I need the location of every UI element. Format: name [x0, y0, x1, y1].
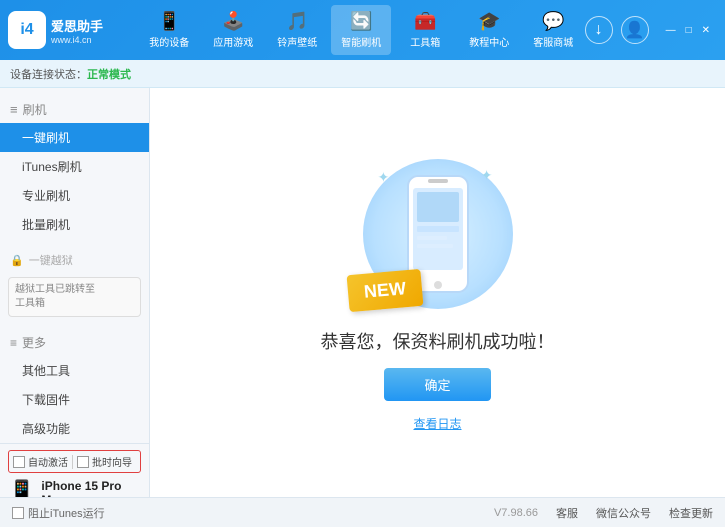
flash-section-text: 刷机 [23, 101, 47, 118]
nav-app-game[interactable]: 🕹️ 应用游戏 [203, 5, 263, 55]
maximize-btn[interactable]: □ [683, 24, 695, 37]
sparkle-left: ✦ [378, 169, 390, 186]
tutorial-label: 教程中心 [469, 34, 509, 49]
success-card: ✦ ✦ NEW [321, 154, 555, 432]
wechat-link[interactable]: 微信公众号 [596, 505, 651, 521]
notice-text: 越狱工具已跳转至工具箱 [15, 284, 95, 309]
top-right-controls: ↓ 👤 — □ ✕ [585, 16, 713, 44]
nav-bar: 📱 我的设备 🕹️ 应用游戏 🎵 铃声壁纸 🔄 智能刷机 🧰 工具箱 🎓 教程中… [138, 5, 585, 55]
logo-text-area: 爱思助手 www.i4.cn [51, 16, 103, 45]
success-text: 恭喜您，保资料刷机成功啦！ [321, 328, 555, 354]
sidebar-item-advanced[interactable]: 高级功能 [0, 414, 149, 443]
service-label: 客服商城 [533, 34, 573, 49]
logo-icon: i4 [8, 11, 46, 49]
timed-guide-checkbox[interactable] [77, 456, 89, 468]
sidebar-item-one-key-flash[interactable]: 一键刷机 [0, 123, 149, 152]
version-label: V7.98.66 [494, 507, 538, 519]
sidebar-disabled-jailbreak: 🔒 一键越狱 [0, 247, 149, 273]
stop-itunes-checkbox[interactable] [12, 507, 24, 519]
device-details: iPhone 15 Pro Max 512GB iPhone [41, 479, 141, 497]
sidebar-item-itunes-flash[interactable]: iTunes刷机 [0, 152, 149, 181]
phone-illustration: ✦ ✦ NEW [358, 154, 518, 314]
check-update-link[interactable]: 检查更新 [669, 505, 713, 521]
auto-activate-label: 自动激活 [28, 454, 68, 469]
smart-flash-icon: 🔄 [350, 11, 372, 32]
one-key-flash-label: 一键刷机 [22, 131, 70, 145]
ringtone-icon: 🎵 [286, 11, 308, 32]
nav-smart-flash[interactable]: 🔄 智能刷机 [331, 5, 391, 55]
sidebar: ≡ 刷机 一键刷机 iTunes刷机 专业刷机 批量刷机 🔒 一键越狱 越狱工具… [0, 88, 150, 497]
user-btn[interactable]: 👤 [621, 16, 649, 44]
batch-flash-label: 批量刷机 [22, 218, 70, 232]
top-bar: i4 爱思助手 www.i4.cn 📱 我的设备 🕹️ 应用游戏 🎵 铃声壁纸 … [0, 0, 725, 60]
device-phone-icon: 📱 [8, 479, 35, 497]
my-device-label: 我的设备 [149, 34, 189, 49]
sidebar-item-download-fw[interactable]: 下载固件 [0, 385, 149, 414]
flash-section-label: ≡ 刷机 [0, 96, 149, 123]
jailbreak-label: 一键越狱 [29, 252, 73, 268]
main-layout: ≡ 刷机 一键刷机 iTunes刷机 专业刷机 批量刷机 🔒 一键越狱 越狱工具… [0, 88, 725, 497]
confirm-button[interactable]: 确定 [384, 368, 490, 401]
status-value: 正常模式 [87, 66, 131, 82]
sparkle-right: ✦ [481, 167, 493, 184]
app-name: 爱思助手 [51, 16, 103, 35]
content-area: ✦ ✦ NEW [150, 88, 725, 497]
ringtone-label: 铃声壁纸 [277, 34, 317, 49]
sidebar-item-other-tools[interactable]: 其他工具 [0, 356, 149, 385]
nav-tutorial[interactable]: 🎓 教程中心 [459, 5, 519, 55]
flash-section-icon: ≡ [10, 102, 18, 117]
status-prefix: 设备连接状态： [10, 66, 87, 82]
auto-activate-checkbox[interactable] [13, 456, 25, 468]
timed-guide-label: 批时向导 [92, 454, 132, 469]
sidebar-notice: 越狱工具已跳转至工具箱 [8, 277, 141, 317]
toolbox-label: 工具箱 [410, 34, 440, 49]
nav-toolbox[interactable]: 🧰 工具箱 [395, 5, 455, 55]
service-icon: 💬 [542, 11, 564, 32]
pro-flash-label: 专业刷机 [22, 189, 70, 203]
auto-activate-option[interactable]: 自动激活 [13, 454, 68, 469]
logo-icon-text: i4 [20, 21, 33, 39]
minimize-btn[interactable]: — [663, 24, 679, 37]
new-label: NEW [363, 278, 407, 302]
toolbox-icon: 🧰 [414, 11, 436, 32]
download-fw-label: 下载固件 [22, 393, 70, 407]
more-section-icon: ≡ [10, 336, 17, 350]
itunes-flash-label: iTunes刷机 [22, 160, 82, 174]
lock-icon: 🔒 [10, 254, 24, 267]
window-controls: — □ ✕ [663, 24, 713, 37]
view-log-link[interactable]: 查看日志 [413, 415, 461, 432]
bottom-right: V7.98.66 客服 微信公众号 检查更新 [494, 505, 713, 521]
close-btn[interactable]: ✕ [699, 24, 713, 37]
sidebar-item-batch-flash[interactable]: 批量刷机 [0, 210, 149, 239]
bottom-bar: 阻止iTunes运行 V7.98.66 客服 微信公众号 检查更新 [0, 497, 725, 527]
download-btn[interactable]: ↓ [585, 16, 613, 44]
sidebar-bottom: 自动激活 批时向导 📱 iPhone 15 Pro Max 512GB iPho… [0, 443, 149, 497]
tutorial-icon: 🎓 [478, 11, 500, 32]
timed-guide-option[interactable]: 批时向导 [77, 454, 132, 469]
device-name: iPhone 15 Pro Max [41, 479, 141, 497]
device-info: 📱 iPhone 15 Pro Max 512GB iPhone [8, 479, 141, 497]
logo-area: i4 爱思助手 www.i4.cn [8, 11, 138, 49]
more-section-label: ≡ 更多 [0, 329, 149, 356]
nav-ringtone[interactable]: 🎵 铃声壁纸 [267, 5, 327, 55]
more-section-text: 更多 [22, 334, 46, 351]
my-device-icon: 📱 [158, 11, 180, 32]
app-game-icon: 🕹️ [222, 11, 244, 32]
nav-my-device[interactable]: 📱 我的设备 [139, 5, 199, 55]
nav-service[interactable]: 💬 客服商城 [523, 5, 583, 55]
app-url: www.i4.cn [51, 35, 103, 45]
auto-options-container: 自动激活 批时向导 [8, 450, 141, 473]
customer-service-link[interactable]: 客服 [556, 505, 578, 521]
bottom-left: 阻止iTunes运行 [12, 505, 105, 521]
options-divider [72, 455, 73, 469]
advanced-label: 高级功能 [22, 422, 70, 436]
status-bar: 设备连接状态： 正常模式 [0, 60, 725, 88]
sidebar-item-pro-flash[interactable]: 专业刷机 [0, 181, 149, 210]
stop-itunes-label: 阻止iTunes运行 [28, 505, 105, 521]
other-tools-label: 其他工具 [22, 364, 70, 378]
app-game-label: 应用游戏 [213, 34, 253, 49]
new-ribbon: NEW [346, 268, 423, 311]
smart-flash-label: 智能刷机 [341, 34, 381, 49]
